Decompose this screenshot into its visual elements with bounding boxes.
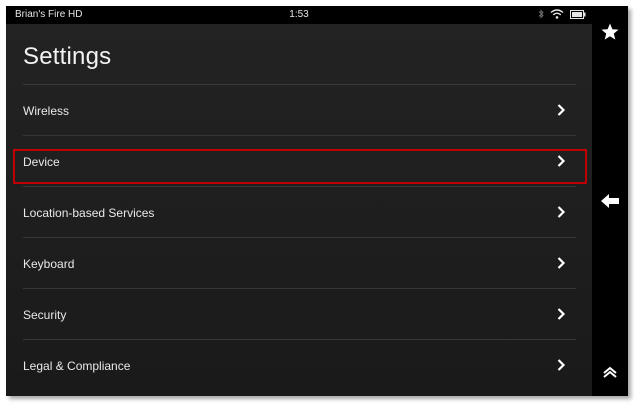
settings-item-label: Security: [23, 308, 67, 322]
chevron-right-icon: [557, 359, 566, 371]
device-screen: Brian's Fire HD 1:53 Settings Wireless D…: [6, 6, 628, 396]
chevron-right-icon: [557, 206, 566, 218]
status-bar[interactable]: Brian's Fire HD 1:53: [6, 6, 592, 24]
status-time: 1:53: [289, 9, 309, 20]
settings-item-label: Location-based Services: [23, 206, 155, 220]
settings-list: Wireless Device Location-based Services …: [6, 85, 592, 391]
settings-item-location-based-services[interactable]: Location-based Services: [23, 187, 576, 238]
favorites-button[interactable]: [592, 14, 628, 50]
star-icon: [601, 23, 619, 40]
settings-item-label: Keyboard: [23, 257, 75, 271]
wifi-icon: [550, 9, 564, 19]
status-icons: [538, 9, 586, 19]
chevron-right-icon: [557, 308, 566, 320]
scroll-up-icon: [603, 366, 617, 378]
settings-item-label: Wireless: [23, 104, 70, 118]
settings-item-security[interactable]: Security: [23, 289, 576, 340]
settings-item-device[interactable]: Device: [23, 136, 576, 187]
back-button[interactable]: [592, 183, 628, 219]
page-title: Settings: [23, 43, 112, 70]
settings-item-wireless[interactable]: Wireless: [23, 85, 576, 136]
back-arrow-icon: [601, 194, 619, 208]
battery-icon: [570, 9, 586, 19]
settings-item-label: Legal & Compliance: [23, 359, 131, 373]
chevron-right-icon: [557, 155, 566, 167]
scroll-up-button[interactable]: [592, 354, 628, 390]
nav-sidebar: [592, 6, 628, 396]
bluetooth-icon: [538, 9, 544, 19]
settings-item-keyboard[interactable]: Keyboard: [23, 238, 576, 289]
settings-item-legal-compliance[interactable]: Legal & Compliance: [23, 340, 576, 391]
settings-item-label: Device: [23, 155, 60, 169]
chevron-right-icon: [557, 257, 566, 269]
settings-screen: Settings Wireless Device Location-based …: [6, 24, 592, 396]
chevron-right-icon: [557, 104, 566, 116]
